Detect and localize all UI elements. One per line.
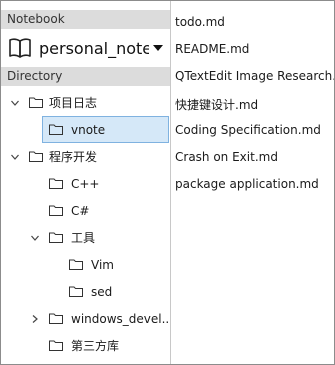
- file-item[interactable]: 快捷键设计.md: [175, 96, 258, 113]
- file-item[interactable]: README.md: [175, 42, 249, 56]
- file-item[interactable]: Coding Specification.md: [175, 123, 321, 137]
- tree-item-label: windows_devel...: [71, 311, 170, 326]
- tree-item-label: sed: [91, 284, 113, 299]
- tree-item-project-log[interactable]: 项目日志: [1, 89, 170, 116]
- folder-icon: [29, 151, 43, 162]
- tree-item-vim[interactable]: Vim: [1, 251, 170, 278]
- file-list: todo.md README.md QTextEdit Image Resear…: [171, 1, 334, 364]
- folder-icon: [69, 259, 83, 270]
- folder-icon: [49, 232, 63, 243]
- tree-item-sed[interactable]: sed: [1, 278, 170, 305]
- tree-item-label: vnote: [71, 122, 106, 137]
- file-item[interactable]: todo.md: [175, 15, 225, 29]
- tree-item-cpp[interactable]: C++: [1, 170, 170, 197]
- caret-down-icon: [153, 45, 163, 51]
- folder-icon: [49, 340, 63, 351]
- chevron-down-icon[interactable]: [11, 153, 19, 161]
- notebook-section-header: Notebook: [1, 10, 170, 29]
- navigation-panel: Notebook personal_notebo Directory 项目日志 …: [1, 1, 170, 364]
- folder-icon: [49, 205, 63, 216]
- folder-icon: [49, 313, 63, 324]
- book-icon: [9, 38, 31, 58]
- chevron-down-icon[interactable]: [11, 99, 19, 107]
- directory-section-header: Directory: [1, 67, 170, 86]
- folder-icon: [49, 124, 63, 135]
- tree-item-programming[interactable]: 程序开发: [1, 143, 170, 170]
- notebook-name: personal_notebo: [39, 38, 149, 58]
- file-item[interactable]: QTextEdit Image Research.md: [175, 69, 334, 83]
- tree-item-label: 第三方库: [71, 339, 120, 353]
- tree-item-label: Vim: [91, 257, 114, 272]
- tree-item-label: 工具: [71, 231, 96, 245]
- folder-icon: [69, 286, 83, 297]
- notebook-selector[interactable]: personal_notebo: [1, 29, 170, 67]
- app-window: Notebook personal_notebo Directory 项目日志 …: [0, 0, 335, 365]
- chevron-right-icon[interactable]: [31, 315, 39, 323]
- tree-item-label: C#: [71, 203, 90, 218]
- file-item[interactable]: package application.md: [175, 177, 319, 191]
- tree-item-windows-devel[interactable]: windows_devel...: [1, 305, 170, 332]
- folder-icon: [49, 178, 63, 189]
- tree-item-label: 项目日志: [49, 96, 98, 110]
- chevron-down-icon[interactable]: [31, 234, 39, 242]
- tree-item-tools[interactable]: 工具: [1, 224, 170, 251]
- tree-item-label: C++: [71, 176, 100, 191]
- tree-item-vnote[interactable]: vnote: [1, 116, 170, 143]
- file-item[interactable]: Crash on Exit.md: [175, 150, 278, 164]
- tree-item-label: 程序开发: [49, 150, 98, 164]
- tree-item-third-party[interactable]: 第三方库: [1, 332, 170, 359]
- folder-icon: [29, 97, 43, 108]
- tree-item-csharp[interactable]: C#: [1, 197, 170, 224]
